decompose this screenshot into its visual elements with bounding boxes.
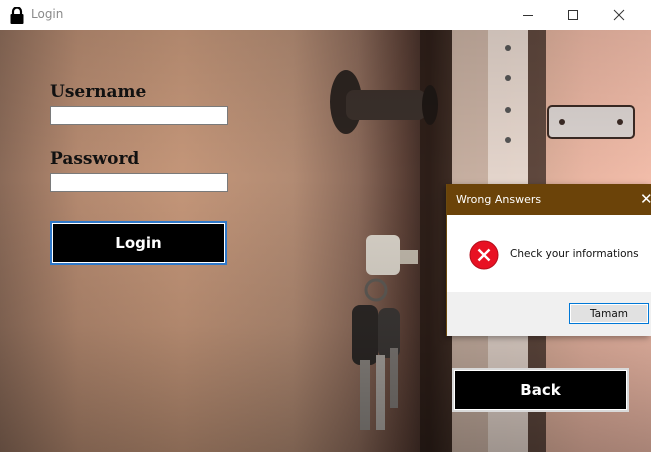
password-label: Password [50,149,140,169]
minimize-button[interactable] [505,0,551,30]
dialog-message: Check your informations [510,248,639,260]
close-button[interactable] [596,0,642,30]
close-icon [613,9,625,21]
dialog-close-icon[interactable]: ✕ [640,190,651,208]
ok-button[interactable]: Tamam [569,303,649,324]
lock-icon [10,7,24,24]
error-dialog: Wrong Answers ✕ Check your informations … [446,184,651,336]
back-button[interactable]: Back [452,368,629,412]
username-field[interactable] [50,106,228,125]
error-icon [469,240,499,270]
minimize-icon [523,15,533,16]
login-button[interactable]: Login [50,221,227,265]
maximize-button[interactable] [550,0,596,30]
window-title: Login [31,7,64,21]
password-field[interactable] [50,173,228,192]
username-label: Username [50,82,147,102]
maximize-icon [568,10,578,20]
title-bar: Login [0,0,651,30]
dialog-title: Wrong Answers [456,193,542,206]
dialog-title-bar: Wrong Answers ✕ [447,184,651,215]
